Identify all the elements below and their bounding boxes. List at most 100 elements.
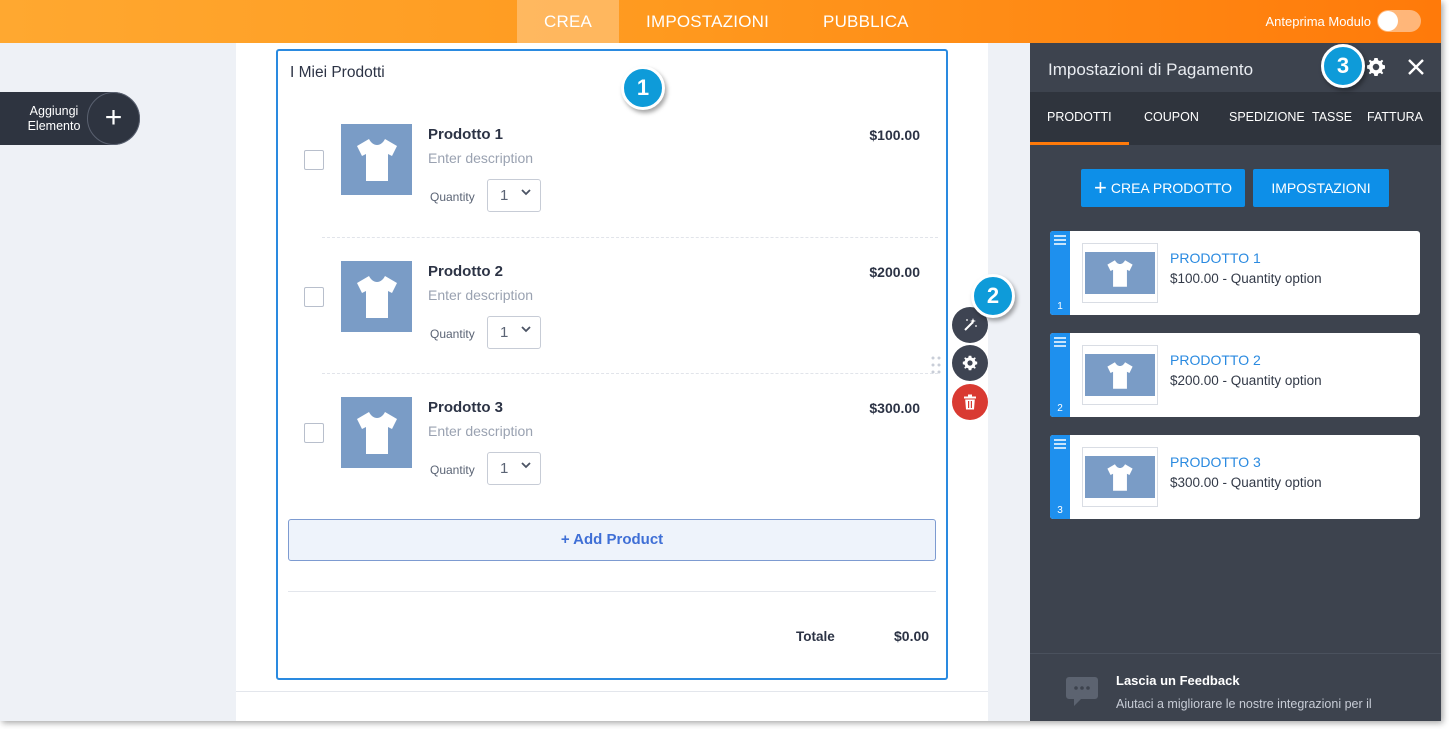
product-description: Enter description <box>428 150 534 166</box>
product-card[interactable]: 1 PRODOTTO 1 $100.00 - Quantity option <box>1050 231 1420 315</box>
product-name: Prodotto 3 <box>428 399 503 416</box>
chevron-down-icon <box>521 460 531 473</box>
gear-icon <box>962 355 978 371</box>
add-element-label: Aggiungi Elemento <box>14 104 94 134</box>
main-tabs: CREA IMPOSTAZIONI PUBBLICA <box>517 0 936 43</box>
gear-icon[interactable] <box>1366 57 1386 82</box>
hamburger-icon <box>1054 439 1066 449</box>
product-row: Prodotto 3 Enter description Quantity 1 … <box>278 397 946 497</box>
product-name: Prodotto 1 <box>428 126 503 143</box>
element-settings-button[interactable] <box>952 345 988 381</box>
card-drag-handle[interactable]: 1 <box>1050 231 1070 315</box>
quantity-value: 1 <box>500 187 509 204</box>
feedback-title: Lascia un Feedback <box>1116 673 1240 688</box>
product-card-detail: $100.00 - Quantity option <box>1170 271 1322 286</box>
product-checkbox[interactable] <box>304 423 324 443</box>
trash-icon <box>964 394 976 410</box>
add-product-button[interactable]: + Add Product <box>288 519 936 561</box>
card-drag-handle[interactable]: 3 <box>1050 435 1070 519</box>
quantity-value: 1 <box>500 324 509 341</box>
divider <box>236 691 988 692</box>
tab-spedizione[interactable]: SPEDIZIONE <box>1229 92 1305 145</box>
tab-impostazioni[interactable]: IMPOSTAZIONI <box>619 0 796 43</box>
payment-tabs: PRODOTTI COUPON SPEDIZIONE TASSE FATTURA <box>1030 92 1441 145</box>
product-settings-button[interactable]: IMPOSTAZIONI <box>1253 169 1389 207</box>
product-price: $200.00 <box>869 264 920 280</box>
tab-pubblica[interactable]: PUBBLICA <box>796 0 936 43</box>
create-product-label: CREA PRODOTTO <box>1110 180 1232 196</box>
product-image <box>1082 447 1158 507</box>
card-drag-handle[interactable]: 2 <box>1050 333 1070 417</box>
quantity-label: Quantity <box>430 463 475 477</box>
tshirt-icon <box>356 411 397 454</box>
preview-label: Anteprima Modulo <box>1265 13 1372 29</box>
quantity-label: Quantity <box>430 190 475 204</box>
product-checkbox[interactable] <box>304 287 324 307</box>
chat-bubble-icon <box>1065 676 1099 713</box>
plus-icon[interactable]: + <box>87 92 140 145</box>
step-badge-1: 1 <box>621 66 665 110</box>
product-image <box>341 397 412 468</box>
add-element-label-line2: Elemento <box>27 119 81 133</box>
product-image <box>1082 243 1158 303</box>
product-card-name[interactable]: PRODOTTO 3 <box>1170 454 1261 470</box>
total-value: $0.00 <box>894 628 930 644</box>
feedback-text: Aiutaci a migliorare le nostre integrazi… <box>1116 697 1372 711</box>
form-preview-control: Anteprima Modulo <box>1265 10 1421 32</box>
quantity-select[interactable]: 1 <box>487 179 541 212</box>
magic-wand-icon <box>964 318 977 331</box>
product-list-title[interactable]: I Miei Prodotti <box>290 64 385 82</box>
delete-element-button[interactable] <box>952 384 988 420</box>
hamburger-icon <box>1054 337 1066 347</box>
top-navigation-bar: CREA IMPOSTAZIONI PUBBLICA Anteprima Mod… <box>0 0 1441 43</box>
product-checkbox[interactable] <box>304 150 324 170</box>
tshirt-icon <box>1107 463 1133 491</box>
product-card-name[interactable]: PRODOTTO 1 <box>1170 250 1261 266</box>
tshirt-icon <box>1107 259 1133 287</box>
tab-tasse[interactable]: TASSE <box>1312 92 1352 145</box>
create-product-button[interactable]: + CREA PRODOTTO <box>1081 169 1245 207</box>
drag-handle-icon[interactable] <box>931 356 941 374</box>
tab-fattura[interactable]: FATTURA <box>1367 92 1423 145</box>
plus-icon: + <box>1094 175 1107 200</box>
product-price: $300.00 <box>869 400 920 416</box>
feedback-section[interactable]: Lascia un Feedback Aiutaci a migliorare … <box>1030 653 1441 721</box>
divider <box>322 373 938 374</box>
close-icon[interactable] <box>1406 57 1426 82</box>
panel-title: Impostazioni di Pagamento <box>1048 60 1254 79</box>
step-badge-2: 2 <box>971 274 1015 318</box>
product-image <box>341 124 412 195</box>
preview-toggle[interactable] <box>1377 10 1421 32</box>
card-index: 1 <box>1057 301 1063 312</box>
product-row: Prodotto 2 Enter description Quantity 1 … <box>278 261 946 361</box>
product-card[interactable]: 2 PRODOTTO 2 $200.00 - Quantity option <box>1050 333 1420 417</box>
quantity-select[interactable]: 1 <box>487 316 541 349</box>
chevron-down-icon <box>521 187 531 200</box>
tshirt-icon <box>356 138 397 181</box>
app-window: CREA IMPOSTAZIONI PUBBLICA Anteprima Mod… <box>0 0 1441 721</box>
product-row: Prodotto 1 Enter description Quantity 1 … <box>278 124 946 224</box>
product-image <box>1082 345 1158 405</box>
tab-prodotti[interactable]: PRODOTTI <box>1030 92 1129 145</box>
step-badge-3: 3 <box>1321 44 1365 88</box>
total-label: Totale <box>796 629 835 644</box>
product-name: Prodotto 2 <box>428 263 503 280</box>
product-list-element[interactable]: I Miei Prodotti Prodotto 1 Enter descrip… <box>276 49 948 680</box>
card-index: 2 <box>1057 403 1063 414</box>
product-image <box>341 261 412 332</box>
tshirt-icon <box>356 275 397 318</box>
product-card-detail: $200.00 - Quantity option <box>1170 373 1322 388</box>
product-card[interactable]: 3 PRODOTTO 3 $300.00 - Quantity option <box>1050 435 1420 519</box>
payment-settings-panel: Impostazioni di Pagamento PRODOTTI COUPO… <box>1030 43 1441 721</box>
tab-coupon[interactable]: COUPON <box>1144 92 1199 145</box>
tshirt-icon <box>1107 361 1133 389</box>
add-element-label-line1: Aggiungi <box>29 104 79 118</box>
divider <box>288 591 936 592</box>
tab-crea[interactable]: CREA <box>517 0 620 43</box>
quantity-select[interactable]: 1 <box>487 452 541 485</box>
add-element-button[interactable]: Aggiungi Elemento + <box>0 92 140 145</box>
product-description: Enter description <box>428 423 534 439</box>
divider <box>322 237 938 238</box>
quantity-value: 1 <box>500 460 509 477</box>
product-card-name[interactable]: PRODOTTO 2 <box>1170 352 1261 368</box>
